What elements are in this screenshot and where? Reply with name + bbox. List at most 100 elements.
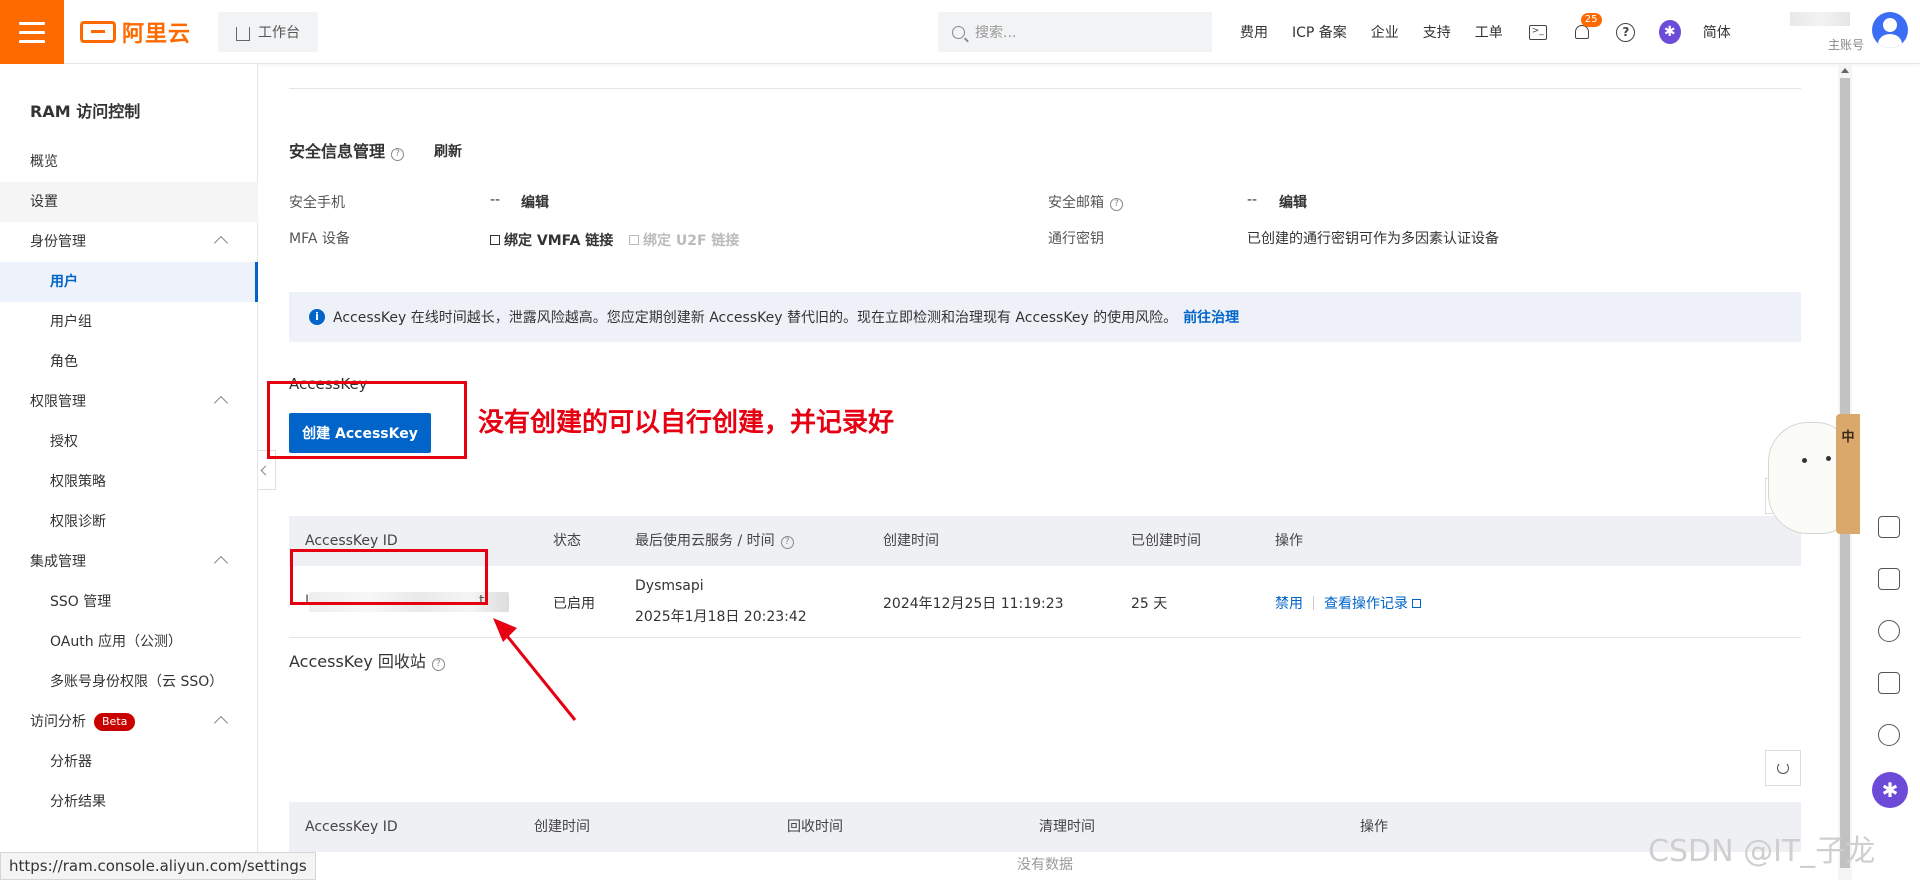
col-actions: 操作: [1360, 819, 1388, 835]
col-age: 已创建时间: [1131, 533, 1201, 549]
terminal-icon[interactable]: >_: [1527, 21, 1549, 43]
help-icon[interactable]: ?: [391, 148, 405, 161]
nav-ticket[interactable]: 工单: [1475, 22, 1503, 42]
external-link-icon: [490, 235, 500, 245]
edit-icon[interactable]: [1878, 672, 1900, 694]
divider: [289, 88, 1801, 89]
passkey-label: 通行密钥: [1048, 231, 1104, 247]
sidebar-item-roles[interactable]: 角色: [0, 342, 258, 382]
recycle-table-header: AccessKey ID 创建时间 回收时间 清理时间 操作: [289, 802, 1801, 852]
external-link-icon: [1412, 599, 1422, 608]
col-cleanup: 清理时间: [1039, 819, 1095, 835]
annotation-box: [290, 549, 488, 605]
info-icon: i: [309, 309, 325, 325]
sidebar-item-users[interactable]: 用户: [0, 262, 258, 302]
help-icon[interactable]: ?: [1615, 21, 1637, 43]
sidebar-group-identity[interactable]: 身份管理: [0, 222, 258, 262]
govern-link[interactable]: 前往治理: [1183, 307, 1239, 327]
disable-link[interactable]: 禁用: [1275, 596, 1303, 612]
sidebar-item-diagnosis[interactable]: 权限诊断: [0, 502, 258, 542]
help-icon[interactable]: ?: [1110, 198, 1123, 211]
bind-vmfa-link[interactable]: 绑定 VMFA 链接: [490, 230, 613, 250]
security-section-title: 安全信息管理?: [289, 138, 405, 162]
mascot-tab[interactable]: 中: [1836, 414, 1860, 534]
account-name-blurred: [1790, 12, 1850, 26]
last-time: 2025年1月18日 20:23:42: [635, 609, 807, 625]
notice-text: AccessKey 在线时间越长，泄露风险越高。您应定期创建新 AccessKe…: [333, 310, 1178, 326]
logo-mark-icon: [80, 21, 116, 43]
notification-badge: 25: [1580, 13, 1602, 27]
col-created: 创建时间: [883, 533, 939, 549]
logo-text: 阿里云: [122, 22, 192, 47]
status-bar-url: https://ram.console.aliyun.com/settings: [0, 852, 316, 880]
nav-support[interactable]: 支持: [1423, 22, 1451, 42]
beta-badge: Beta: [94, 713, 136, 731]
aliyun-logo[interactable]: 阿里云: [80, 18, 192, 47]
col-created: 创建时间: [534, 819, 590, 835]
sidebar-item-oauth[interactable]: OAuth 应用（公测）: [0, 622, 258, 662]
headset-icon[interactable]: [1878, 724, 1900, 746]
sidebar-group-analysis[interactable]: 访问分析 Beta: [0, 702, 258, 742]
menu-icon[interactable]: [0, 0, 64, 64]
sidebar-group-integration[interactable]: 集成管理: [0, 542, 258, 582]
phone-edit-link[interactable]: 编辑: [521, 192, 549, 212]
document-icon[interactable]: [1878, 568, 1900, 590]
col-actions: 操作: [1275, 533, 1303, 549]
main-content: 安全信息管理? 刷新 安全手机 -- 编辑 安全邮箱? -- 编辑 MFA 设备…: [259, 64, 1839, 880]
right-toolbar: ✱: [1860, 500, 1920, 880]
recycle-section-title: AccessKey 回收站?: [289, 648, 445, 672]
avatar[interactable]: [1872, 12, 1908, 48]
sidebar-item-policies[interactable]: 权限策略: [0, 462, 258, 502]
sidebar: RAM 访问控制 概览 设置 身份管理 用户 用户组 角色 权限管理 授权 权限…: [0, 64, 258, 880]
top-nav: 费用 ICP 备案 企业 支持 工单 >_ 25 ? ✱ 简体: [1240, 0, 1755, 64]
phone-value: --: [490, 192, 501, 208]
home-icon: [236, 27, 250, 41]
cart-icon[interactable]: [1878, 516, 1900, 538]
chevron-up-icon: [213, 715, 229, 731]
sidebar-item-user-groups[interactable]: 用户组: [0, 302, 258, 342]
chevron-up-icon: [213, 395, 229, 411]
annotation-box: [267, 381, 467, 459]
chevron-up-icon: [213, 555, 229, 571]
account-info[interactable]: 主账号: [1790, 8, 1870, 56]
age-value: 25 天: [1131, 596, 1168, 612]
help-icon[interactable]: ?: [431, 658, 445, 671]
search-placeholder: 搜索...: [975, 25, 1017, 41]
nav-icp[interactable]: ICP 备案: [1292, 22, 1347, 42]
refresh-link[interactable]: 刷新: [434, 141, 462, 161]
search-input[interactable]: 搜索...: [938, 12, 1212, 52]
sidebar-item-settings[interactable]: 设置: [0, 182, 258, 222]
scroll-up-icon[interactable]: [1841, 68, 1849, 73]
sidebar-item-sso[interactable]: SSO 管理: [0, 582, 258, 622]
view-log-link[interactable]: 查看操作记录: [1324, 596, 1425, 612]
refresh-button[interactable]: [1765, 750, 1801, 786]
account-type: 主账号: [1827, 38, 1864, 52]
search-icon: [952, 25, 965, 39]
workbench-label: 工作台: [258, 25, 300, 41]
sidebar-group-permissions[interactable]: 权限管理: [0, 382, 258, 422]
sidebar-item-analysis-results[interactable]: 分析结果: [0, 782, 258, 822]
bell-icon[interactable]: 25: [1571, 13, 1602, 43]
sidebar-item-grants[interactable]: 授权: [0, 422, 258, 462]
assistant-icon[interactable]: ✱: [1872, 772, 1908, 808]
watermark: CSDN @IT_子龙: [1648, 834, 1876, 869]
sidebar-title: RAM 访问控制: [30, 102, 141, 121]
sidebar-item-analyzer[interactable]: 分析器: [0, 742, 258, 782]
col-last-used: 最后使用云服务 / 时间?: [635, 516, 794, 566]
empty-state: 没有数据: [1017, 857, 1073, 873]
col-status: 状态: [553, 533, 581, 549]
workbench-button[interactable]: 工作台: [218, 12, 318, 52]
nav-enterprise[interactable]: 企业: [1371, 22, 1399, 42]
assistant-icon[interactable]: ✱: [1658, 20, 1681, 44]
email-edit-link[interactable]: 编辑: [1279, 192, 1307, 212]
language-switch[interactable]: 简体: [1703, 22, 1731, 42]
top-bar: 阿里云 工作台 搜索... 费用 ICP 备案 企业 支持 工单 >_ 25 ?…: [0, 0, 1920, 64]
sidebar-item-cloud-sso[interactable]: 多账号身份权限（云 SSO）: [0, 662, 258, 702]
sidebar-item-overview[interactable]: 概览: [0, 142, 258, 182]
annotation-text: 没有创建的可以自行创建，并记录好: [478, 408, 895, 438]
gear-icon[interactable]: [1878, 620, 1900, 642]
passkey-value: 已创建的通行密钥可作为多因素认证设备: [1247, 231, 1499, 247]
last-service: Dysmsapi: [635, 578, 704, 594]
nav-billing[interactable]: 费用: [1240, 22, 1268, 42]
help-icon[interactable]: ?: [780, 536, 794, 549]
